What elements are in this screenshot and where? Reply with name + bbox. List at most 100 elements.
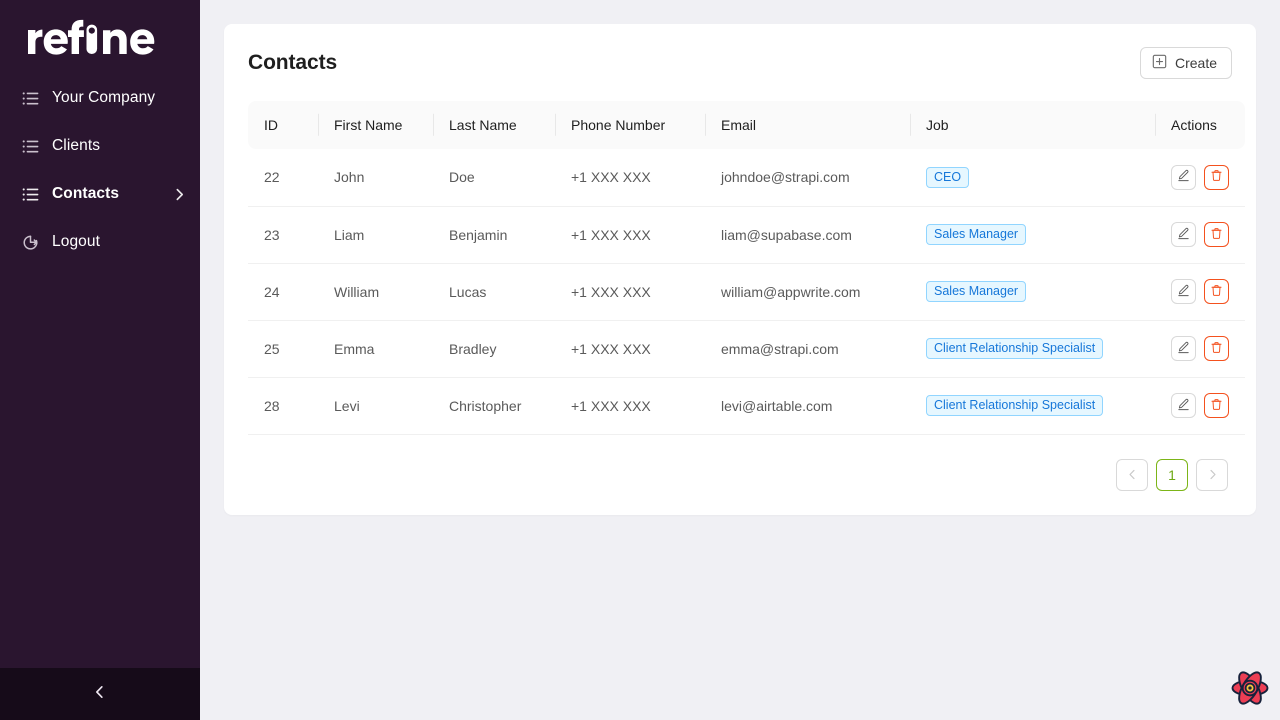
trash-icon [1210,284,1223,300]
cell-email: levi@airtable.com [705,377,910,434]
sidebar: Your Company Clients [0,0,200,720]
trash-icon [1210,341,1223,357]
cell-id: 23 [248,206,318,263]
edit-row-button[interactable] [1171,393,1196,418]
cell-email: emma@strapi.com [705,320,910,377]
table-row: 25EmmaBradley+1 XXX XXXemma@strapi.comCl… [248,320,1245,377]
job-tag: Client Relationship Specialist [926,338,1103,359]
sidebar-item-clients[interactable]: Clients [0,122,200,170]
sidebar-item-logout[interactable]: Logout [0,218,200,266]
create-button[interactable]: Create [1140,47,1232,79]
delete-row-button[interactable] [1204,336,1229,361]
edit-row-button[interactable] [1171,279,1196,304]
brand-logo[interactable] [0,0,200,72]
delete-row-button[interactable] [1204,222,1229,247]
pagination-prev-button[interactable] [1116,459,1148,491]
sidebar-item-label: Contacts [52,185,160,203]
table-header: ID First Name Last Name Phone Number Ema… [248,101,1245,149]
trash-icon [1210,398,1223,414]
cell-actions [1155,206,1245,263]
cell-id: 24 [248,263,318,320]
cell-last-name: Lucas [433,263,555,320]
cell-actions [1155,377,1245,434]
column-header-first-name[interactable]: First Name [318,101,433,149]
cell-email: william@appwrite.com [705,263,910,320]
row-action-group [1171,165,1233,190]
refine-badge-button[interactable] [1226,666,1274,714]
cell-phone: +1 XXX XXX [555,377,705,434]
delete-row-button[interactable] [1204,165,1229,190]
pagination-next-button[interactable] [1196,459,1228,491]
row-action-group [1171,222,1233,247]
column-header-email[interactable]: Email [705,101,910,149]
cell-id: 25 [248,320,318,377]
cell-first-name: Liam [318,206,433,263]
row-action-group [1171,393,1233,418]
edit-row-button[interactable] [1171,222,1196,247]
page-title: Contacts [248,51,337,75]
sidebar-item-contacts[interactable]: Contacts [0,170,200,218]
table-header-row: ID First Name Last Name Phone Number Ema… [248,101,1245,149]
cell-last-name: Doe [433,149,555,206]
table-row: 22JohnDoe+1 XXX XXXjohndoe@strapi.comCEO [248,149,1245,206]
cell-phone: +1 XXX XXX [555,206,705,263]
cell-actions [1155,263,1245,320]
sidebar-collapse-button[interactable] [0,668,200,720]
sidebar-item-your-company[interactable]: Your Company [0,74,200,122]
chevron-left-icon [93,685,107,704]
cell-actions [1155,149,1245,206]
table-row: 28LeviChristopher+1 XXX XXXlevi@airtable… [248,377,1245,434]
column-header-actions: Actions [1155,101,1245,149]
sidebar-item-label: Logout [52,233,186,251]
cell-first-name: Levi [318,377,433,434]
cell-first-name: John [318,149,433,206]
job-tag: CEO [926,167,969,188]
edit-row-button[interactable] [1171,336,1196,361]
delete-row-button[interactable] [1204,393,1229,418]
edit-row-button[interactable] [1171,165,1196,190]
delete-row-button[interactable] [1204,279,1229,304]
cell-phone: +1 XXX XXX [555,149,705,206]
job-tag: Client Relationship Specialist [926,395,1103,416]
column-header-last-name[interactable]: Last Name [433,101,555,149]
column-header-phone-number[interactable]: Phone Number [555,101,705,149]
cell-first-name: William [318,263,433,320]
cell-phone: +1 XXX XXX [555,263,705,320]
contacts-table: ID First Name Last Name Phone Number Ema… [248,101,1245,435]
list-icon [22,138,39,155]
edit-pencil-icon [1177,341,1190,357]
cell-job: Sales Manager [910,206,1155,263]
cell-last-name: Christopher [433,377,555,434]
edit-pencil-icon [1177,398,1190,414]
cell-job: Client Relationship Specialist [910,320,1155,377]
edit-pencil-icon [1177,227,1190,243]
row-action-group [1171,336,1233,361]
column-header-id[interactable]: ID [248,101,318,149]
list-icon [22,186,39,203]
cell-id: 22 [248,149,318,206]
sidebar-menu: Your Company Clients [0,72,200,266]
trash-icon [1210,169,1223,185]
chevron-right-icon [173,188,186,201]
cell-id: 28 [248,377,318,434]
refine-wordmark-icon [24,16,176,56]
sidebar-item-label: Clients [52,137,186,155]
logout-icon [22,234,39,251]
trash-icon [1210,227,1223,243]
column-header-job[interactable]: Job [910,101,1155,149]
chevron-left-icon [1127,467,1138,483]
cell-email: liam@supabase.com [705,206,910,263]
cell-job: CEO [910,149,1155,206]
card-header: Contacts Create [248,24,1232,101]
job-tag: Sales Manager [926,281,1026,302]
create-button-label: Create [1175,55,1217,71]
job-tag: Sales Manager [926,224,1026,245]
plus-square-icon [1152,54,1167,72]
sidebar-item-label: Your Company [52,89,186,107]
edit-pencil-icon [1177,284,1190,300]
cell-actions [1155,320,1245,377]
pagination-page-1[interactable]: 1 [1156,459,1188,491]
pagination: 1 [248,435,1232,491]
cell-job: Client Relationship Specialist [910,377,1155,434]
list-icon [22,90,39,107]
